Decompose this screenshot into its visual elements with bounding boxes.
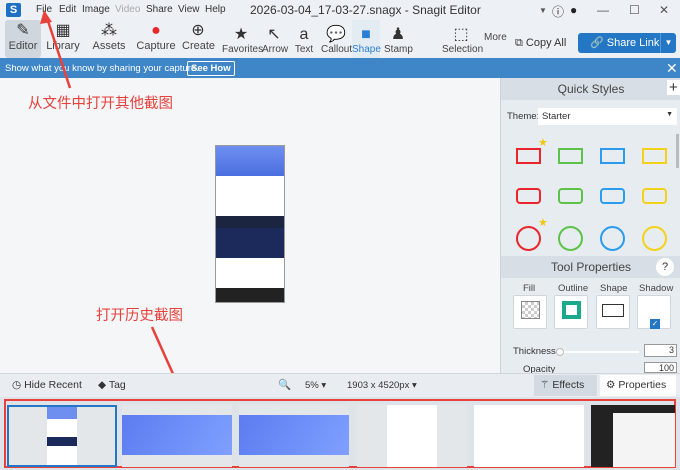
quick-style-swatch[interactable] [516, 226, 541, 251]
quick-style-swatch[interactable] [600, 148, 625, 164]
add-style-button[interactable]: + [667, 80, 680, 95]
recent-thumb[interactable] [357, 405, 467, 467]
quick-style-swatch[interactable] [558, 188, 583, 204]
recent-thumb[interactable] [474, 405, 584, 467]
favorite-star-icon: ★ [538, 137, 548, 149]
outline-label: Outline [558, 283, 589, 294]
close-banner-icon[interactable]: ✕ [666, 60, 678, 77]
quick-style-swatch[interactable] [558, 226, 583, 251]
tag-button[interactable]: ◆ Tag [98, 379, 126, 391]
tag-icon: ◆ [98, 379, 107, 391]
tool-properties-header: Tool Properties [501, 256, 680, 278]
minimize-button[interactable]: — [597, 3, 609, 17]
shape-label: Shape [600, 283, 628, 294]
copy-all-button[interactable]: ⧉ Copy All [515, 37, 566, 50]
maximize-button[interactable]: ☐ [629, 3, 640, 17]
quick-style-swatch[interactable] [642, 148, 667, 164]
dimensions-select[interactable]: 1903 x 4520px ▾ [347, 380, 417, 391]
properties-tab[interactable]: ⚙ Properties [600, 375, 676, 396]
link-icon: 🔗 [590, 37, 604, 49]
quick-style-swatch[interactable] [558, 148, 583, 164]
shadow-picker[interactable]: ✓ [637, 295, 671, 329]
right-panel: Quick Styles + Theme: Starter ▼ ★ ★ Tool P… [500, 78, 680, 375]
quick-style-swatch[interactable] [642, 226, 667, 251]
account-icon[interactable]: ● [570, 3, 577, 17]
history-icon: ◷ [12, 379, 22, 391]
favorite-star-icon: ★ [538, 217, 548, 229]
share-dropdown-icon[interactable]: ▼ [660, 33, 676, 53]
recent-thumb[interactable] [239, 405, 349, 467]
shape-picker[interactable] [596, 295, 630, 329]
recent-captures-tray [0, 397, 680, 470]
zoom-select[interactable]: 5% ▾ [305, 380, 326, 391]
thickness-slider[interactable] [556, 348, 639, 356]
theme-select[interactable]: Starter ▼ [538, 108, 677, 125]
check-icon: ✓ [650, 319, 660, 329]
effects-tab[interactable]: ⚚ Effects [534, 375, 597, 396]
recent-thumb[interactable] [591, 405, 675, 467]
quick-styles-header: Quick Styles [501, 78, 680, 100]
chevron-down-icon: ▼ [666, 111, 673, 118]
quick-style-swatch[interactable] [600, 188, 625, 204]
theme-label: Theme: [507, 111, 540, 122]
help-icon[interactable]: ? [656, 258, 674, 276]
quick-style-swatch[interactable] [516, 148, 541, 164]
thickness-label: Thickness [513, 346, 556, 357]
opacity-input[interactable]: 100 [644, 362, 677, 373]
gear-icon: ⚙ [606, 379, 616, 391]
close-button[interactable]: ✕ [659, 3, 669, 17]
copy-icon: ⧉ [515, 37, 523, 49]
recent-thumb[interactable] [7, 405, 117, 467]
fill-label: Fill [523, 283, 536, 294]
zoom-icon[interactable]: 🔍 [278, 378, 291, 391]
magic-wand-icon: ⚚ [540, 379, 550, 391]
share-link-button[interactable]: 🔗 Share Link ▼ [578, 33, 676, 53]
outline-picker[interactable] [554, 295, 588, 329]
quick-style-swatch[interactable] [642, 188, 667, 204]
annotation-arrows [40, 10, 174, 373]
thickness-input[interactable]: 3 [644, 344, 677, 357]
quick-style-swatch[interactable] [600, 226, 625, 251]
quick-style-swatch[interactable] [516, 188, 541, 204]
recent-thumb[interactable] [122, 405, 232, 467]
hide-recent-button[interactable]: ◷ Hide Recent [12, 379, 82, 391]
scrollbar[interactable] [676, 134, 679, 168]
shadow-label: Shadow [639, 283, 674, 294]
dropdown-icon[interactable]: ▼ [539, 6, 547, 15]
info-icon[interactable]: ⓘ [552, 3, 564, 20]
fill-picker[interactable] [513, 295, 547, 329]
canvas[interactable]: 从文件中打开其他截图 打开历史截图 [0, 10, 500, 373]
bottom-bar: ◷ Hide Recent ◆ Tag 🔍 5% ▾ 1903 x 4520px… [0, 373, 680, 397]
